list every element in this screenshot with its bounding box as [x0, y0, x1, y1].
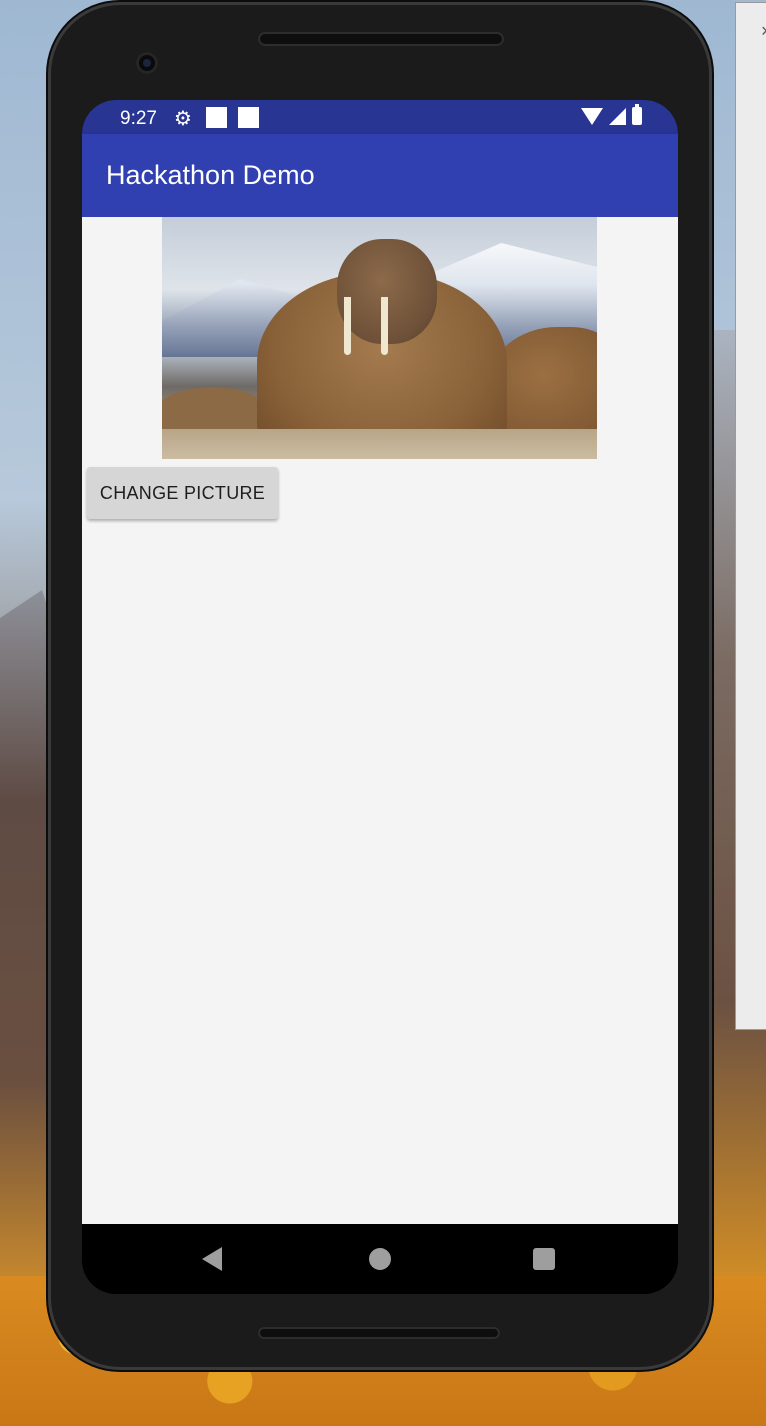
- side-window: ×: [735, 2, 766, 1030]
- back-icon[interactable]: [202, 1247, 222, 1271]
- walrus-tusk: [344, 297, 351, 355]
- home-icon[interactable]: [369, 1248, 391, 1270]
- phone-screen: 9:27 ⚙ Hackathon Demo CHANGE PICTURE: [82, 100, 678, 1294]
- status-bar: 9:27 ⚙: [82, 100, 678, 134]
- nav-bar: [82, 1224, 678, 1294]
- close-icon[interactable]: ×: [761, 21, 766, 42]
- speaker-bottom: [258, 1327, 500, 1339]
- battery-charging-icon: [632, 104, 642, 125]
- status-time: 9:27: [120, 108, 157, 129]
- speaker-top: [258, 32, 504, 46]
- app-bar: Hackathon Demo: [82, 134, 678, 217]
- camera-icon: [136, 52, 158, 74]
- change-picture-button[interactable]: CHANGE PICTURE: [87, 467, 278, 519]
- status-indicators: [581, 104, 642, 125]
- wifi-icon: [581, 107, 603, 125]
- recents-icon[interactable]: [533, 1248, 555, 1270]
- notification-square-icon: [206, 107, 227, 128]
- gear-icon: ⚙: [174, 108, 192, 130]
- walrus-photo: [162, 217, 597, 459]
- notification-square-icon: [238, 107, 259, 128]
- main-content: CHANGE PICTURE: [82, 217, 678, 1224]
- phone-frame: 9:27 ⚙ Hackathon Demo CHANGE PICTURE: [48, 2, 712, 1370]
- photo-ground: [162, 429, 597, 459]
- app-title: Hackathon Demo: [106, 160, 315, 190]
- signal-icon: [609, 107, 626, 125]
- walrus-tusk: [381, 297, 388, 355]
